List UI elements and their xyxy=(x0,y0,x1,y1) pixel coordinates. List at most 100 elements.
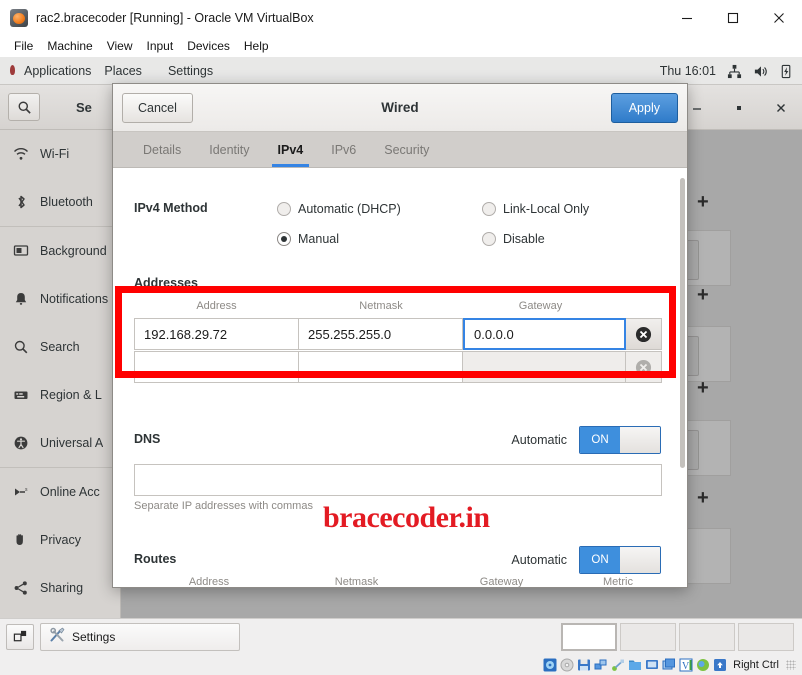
privacy-hand-icon xyxy=(12,532,29,548)
display-icon[interactable] xyxy=(645,658,659,672)
background-icon xyxy=(12,243,29,259)
dns-input[interactable] xyxy=(134,464,662,496)
tab-identity[interactable]: Identity xyxy=(195,132,263,167)
menu-help[interactable]: Help xyxy=(237,37,276,55)
column-header-netmask: Netmask xyxy=(334,576,379,588)
sidebar-item-region-language[interactable]: Region & L xyxy=(0,371,120,419)
taskbar-slot[interactable] xyxy=(620,623,676,651)
close-icon[interactable] xyxy=(760,85,802,130)
optical-disk-icon[interactable] xyxy=(560,658,574,672)
column-header-gateway: Gateway xyxy=(479,576,524,588)
sidebar-item-label: Search xyxy=(40,340,80,354)
menu-machine[interactable]: Machine xyxy=(40,37,99,55)
minimize-icon[interactable] xyxy=(664,0,710,35)
address-input[interactable]: 192.168.29.72 xyxy=(134,318,299,350)
gnome-status-area[interactable]: Thu 16:01 xyxy=(660,57,794,85)
shared-folder-icon[interactable] xyxy=(628,658,642,672)
wifi-icon xyxy=(12,146,29,162)
search-icon[interactable] xyxy=(8,93,40,121)
delete-circle-icon[interactable] xyxy=(626,318,662,350)
vbox-window-title: rac2.bracecoder [Running] - Oracle VM Vi… xyxy=(36,10,314,25)
gnome-places-menu[interactable]: Places xyxy=(91,64,155,78)
routes-automatic-label: Automatic xyxy=(511,553,567,567)
dialog-title: Wired xyxy=(381,100,419,115)
sidebar-item-label: Universal A xyxy=(40,436,104,450)
add-connection-button[interactable]: + xyxy=(697,488,709,508)
keyboard-icon[interactable] xyxy=(713,658,727,672)
mouse-icon[interactable] xyxy=(696,658,710,672)
gateway-input[interactable]: 0.0.0.0 xyxy=(463,318,626,350)
radio-disable[interactable]: Disable xyxy=(482,224,662,254)
gnome-app-menu[interactable]: Settings xyxy=(155,64,226,78)
sidebar-item-bluetooth[interactable]: Bluetooth xyxy=(0,178,120,226)
resize-grip[interactable] xyxy=(786,659,796,670)
taskbar-slot[interactable] xyxy=(561,623,617,651)
sidebar-item-wifi[interactable]: Wi-Fi xyxy=(0,130,120,178)
floppy-icon[interactable] xyxy=(577,658,591,672)
delete-circle-icon[interactable] xyxy=(626,351,662,383)
address-input[interactable] xyxy=(134,351,299,383)
hard-disk-icon[interactable] xyxy=(543,658,557,672)
usb-icon[interactable] xyxy=(611,658,625,672)
cancel-button[interactable]: Cancel xyxy=(122,93,193,123)
radio-link-local-only[interactable]: Link-Local Only xyxy=(482,194,662,224)
tab-details[interactable]: Details xyxy=(129,132,195,167)
sidebar-item-label: Privacy xyxy=(40,533,81,547)
ipv4-method-col1: Automatic (DHCP) Manual xyxy=(277,194,457,254)
gateway-input[interactable] xyxy=(463,351,626,383)
network-card[interactable] xyxy=(681,528,731,584)
sidebar-item-universal-access[interactable]: Universal A xyxy=(0,419,120,467)
taskbar-window-settings[interactable]: Settings xyxy=(40,622,240,651)
settings-sidebar: Wi-Fi Bluetooth Background Notifications… xyxy=(0,130,121,618)
toggle-state-label: ON xyxy=(580,547,620,573)
routes-automatic-toggle[interactable]: ON xyxy=(579,546,661,574)
add-connection-button[interactable]: + xyxy=(697,192,709,212)
netmask-input[interactable]: 255.255.255.0 xyxy=(299,318,463,350)
applications-label: Applications xyxy=(24,63,92,78)
gnome-clock[interactable]: Thu 16:01 xyxy=(660,64,716,78)
table-row xyxy=(134,351,662,383)
apply-button[interactable]: Apply xyxy=(610,93,678,123)
radio-label: Automatic (DHCP) xyxy=(298,202,401,216)
menu-view[interactable]: View xyxy=(100,37,140,55)
dns-automatic-label: Automatic xyxy=(511,433,567,447)
menu-file[interactable]: File xyxy=(7,37,40,55)
tab-ipv4[interactable]: IPv4 xyxy=(264,132,318,167)
dialog-scrollbar[interactable] xyxy=(680,178,685,468)
add-connection-button[interactable]: + xyxy=(697,285,709,305)
watermark-bracecoder: bracecoder.in xyxy=(323,501,490,534)
recording-icon[interactable] xyxy=(662,658,676,672)
taskbar-slot[interactable] xyxy=(738,623,794,651)
dns-hint: Separate IP addresses with commas xyxy=(134,500,313,512)
tab-security[interactable]: Security xyxy=(370,132,443,167)
radio-automatic-dhcp[interactable]: Automatic (DHCP) xyxy=(277,194,457,224)
sidebar-item-privacy[interactable]: Privacy xyxy=(0,516,120,564)
sidebar-item-online-accounts[interactable]: s Online Acc xyxy=(0,468,120,516)
radio-manual[interactable]: Manual xyxy=(277,224,457,254)
column-header-address: Address xyxy=(196,300,237,312)
menu-input[interactable]: Input xyxy=(140,37,181,55)
maximize-icon[interactable] xyxy=(710,0,756,35)
gnome-applications-menu[interactable]: Applications xyxy=(0,64,91,78)
sidebar-item-label: Bluetooth xyxy=(40,195,93,209)
menu-devices[interactable]: Devices xyxy=(180,37,237,55)
ipv4-method-label: IPv4 Method xyxy=(134,201,208,215)
netmask-input[interactable] xyxy=(299,351,463,383)
taskbar-slot[interactable] xyxy=(679,623,735,651)
sidebar-item-background[interactable]: Background xyxy=(0,227,120,275)
sidebar-item-notifications[interactable]: Notifications xyxy=(0,275,120,323)
virtualization-icon[interactable]: V xyxy=(679,658,693,672)
restore-windows-icon[interactable] xyxy=(6,623,34,650)
sidebar-item-sharing[interactable]: Sharing xyxy=(0,564,120,612)
routes-column-headers: Address Netmask Gateway Metric xyxy=(134,576,662,588)
tab-ipv6[interactable]: IPv6 xyxy=(317,132,370,167)
add-connection-button[interactable]: + xyxy=(697,378,709,398)
network-icon[interactable] xyxy=(594,658,608,672)
svg-text:s: s xyxy=(25,487,28,493)
table-row: 192.168.29.72 255.255.255.0 0.0.0.0 xyxy=(134,318,662,350)
maximize-icon[interactable] xyxy=(718,85,760,130)
close-icon[interactable] xyxy=(756,0,802,35)
dns-automatic-toggle[interactable]: ON xyxy=(579,426,661,454)
sidebar-item-search[interactable]: Search xyxy=(0,323,120,371)
radio-label: Manual xyxy=(298,232,339,246)
